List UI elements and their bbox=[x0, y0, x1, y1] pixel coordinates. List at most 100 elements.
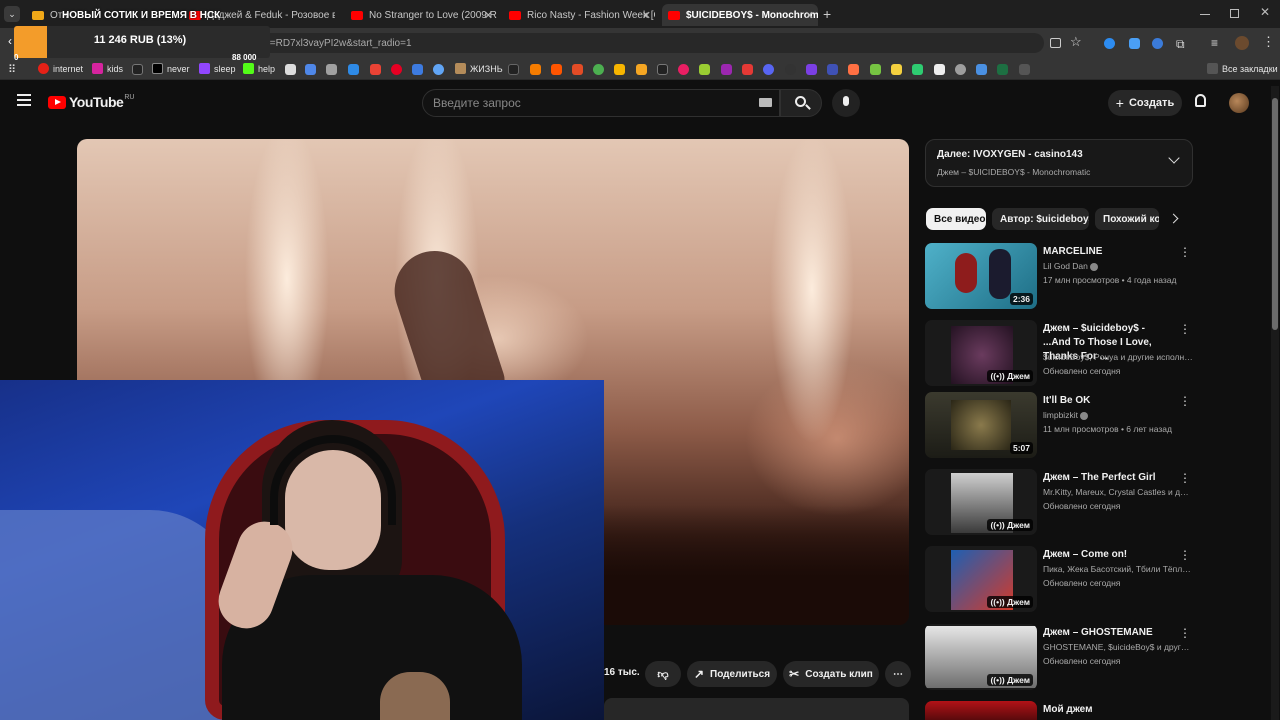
bookmark-icon[interactable] bbox=[1019, 64, 1030, 75]
bookmark-star-icon[interactable]: ☆ bbox=[1070, 34, 1082, 50]
bookmark-icon[interactable] bbox=[530, 64, 541, 75]
bookmark-kids[interactable]: kids bbox=[92, 63, 123, 74]
list-item[interactable]: 5:07 It'll Be OK limpbizkit 11 млн просм… bbox=[925, 392, 1193, 462]
tab-close-icon[interactable]: ✕ bbox=[484, 9, 493, 22]
bookmark-icon[interactable] bbox=[593, 64, 604, 75]
bookmark-icon[interactable] bbox=[763, 64, 774, 75]
more-options-icon[interactable]: ⋮ bbox=[1179, 548, 1191, 562]
video-title[interactable]: MARCELINE bbox=[1043, 245, 1175, 259]
close-window-icon[interactable]: ✕ bbox=[1260, 5, 1270, 19]
bookmark-icon[interactable] bbox=[285, 64, 296, 75]
chip-similar[interactable]: Похожий ко bbox=[1095, 208, 1159, 230]
media-control-icon[interactable]: ≡ bbox=[1211, 36, 1218, 50]
bookmark-icon[interactable] bbox=[806, 64, 817, 75]
mix-thumbnail[interactable]: ((•)) Джем bbox=[925, 546, 1037, 612]
bookmark-icon[interactable] bbox=[433, 64, 444, 75]
bookmark-icon[interactable] bbox=[572, 64, 583, 75]
video-thumbnail[interactable]: 5:07 bbox=[925, 392, 1037, 458]
bookmark-icon[interactable] bbox=[742, 64, 753, 75]
channel-label[interactable]: limpbizkit bbox=[1043, 410, 1078, 420]
bookmark-icon[interactable] bbox=[348, 64, 359, 75]
bookmark-icon[interactable] bbox=[870, 64, 881, 75]
keyboard-icon[interactable] bbox=[759, 98, 772, 107]
bookmark-icon[interactable] bbox=[305, 64, 316, 75]
more-options-icon[interactable]: ⋮ bbox=[1179, 471, 1191, 485]
bookmark-icon[interactable] bbox=[912, 64, 923, 75]
create-button[interactable]: + Создать bbox=[1108, 90, 1182, 116]
scrollbar-thumb[interactable] bbox=[1272, 98, 1278, 330]
bookmark-icon[interactable] bbox=[827, 64, 838, 75]
video-title[interactable]: Мой джем bbox=[1043, 703, 1175, 717]
like-count[interactable]: 16 тыс. bbox=[604, 667, 640, 678]
description-box[interactable] bbox=[604, 698, 909, 720]
restore-icon[interactable] bbox=[1230, 9, 1239, 18]
video-title[interactable]: It'll Be OK bbox=[1043, 394, 1175, 408]
profile-avatar[interactable] bbox=[1235, 36, 1249, 50]
notifications-bell-icon[interactable] bbox=[1195, 94, 1206, 107]
bookmark-icon[interactable] bbox=[997, 64, 1008, 75]
tab-3[interactable]: Rico Nasty - Fashion Week [Off ✕ bbox=[505, 4, 655, 26]
extension-icon[interactable] bbox=[1104, 38, 1115, 49]
pinterest-icon[interactable] bbox=[391, 64, 402, 75]
minimize-icon[interactable] bbox=[1200, 14, 1210, 15]
mix-thumbnail[interactable]: ((•)) Джем bbox=[925, 469, 1037, 535]
bookmark-icon[interactable] bbox=[508, 64, 519, 75]
bookmark-icon[interactable] bbox=[848, 64, 859, 75]
video-title[interactable]: Джем – GHOSTEMANE bbox=[1043, 626, 1175, 640]
chevron-down-icon[interactable] bbox=[1168, 152, 1180, 164]
new-tab-button[interactable]: + bbox=[823, 6, 831, 22]
bookmark-sleep[interactable]: sleep bbox=[199, 63, 236, 74]
all-bookmarks[interactable]: Все закладки bbox=[1207, 63, 1278, 74]
bookmark-icon[interactable] bbox=[657, 64, 668, 75]
tab-close-icon[interactable]: ✕ bbox=[805, 9, 814, 22]
tab-2[interactable]: No Stranger to Love (2009 Rem ✕ bbox=[347, 4, 497, 26]
share-button[interactable]: ↗ Поделиться bbox=[687, 661, 777, 687]
chevron-right-icon[interactable] bbox=[1168, 213, 1179, 224]
mix-thumbnail[interactable] bbox=[925, 701, 1037, 720]
list-item[interactable]: 2:36 MARCELINE Lil God Dan 17 млн просмо… bbox=[925, 243, 1193, 313]
tab-active[interactable]: $UICIDEBOY$ - Monochrom ✕ bbox=[662, 4, 818, 26]
extension-icon[interactable] bbox=[1129, 38, 1140, 49]
bookmark-icon[interactable] bbox=[976, 64, 987, 75]
video-thumbnail[interactable]: 2:36 bbox=[925, 243, 1037, 309]
bookmark-life[interactable]: ЖИЗНЬ bbox=[455, 63, 503, 74]
bookmark-help[interactable]: help bbox=[243, 63, 275, 74]
tiktok-icon[interactable] bbox=[132, 64, 143, 75]
list-item[interactable]: ((•)) Джем Джем – Come on! Пика, Жека Ба… bbox=[925, 546, 1193, 616]
list-item[interactable]: Мой джем bbox=[925, 701, 1193, 720]
list-item[interactable]: ((•)) Джем Джем – $uicideboy$ - ...And T… bbox=[925, 320, 1193, 390]
bookmark-icon[interactable] bbox=[678, 64, 689, 75]
list-item[interactable]: ((•)) Джем Джем – GHOSTEMANE GHOSTEMANE,… bbox=[925, 624, 1193, 694]
apps-grid-icon[interactable]: ⠿ bbox=[8, 63, 16, 76]
soundcloud-icon[interactable] bbox=[551, 64, 562, 75]
list-item[interactable]: ((•)) Джем Джем – The Perfect Girl Mr.Ki… bbox=[925, 469, 1193, 539]
bookmark-never[interactable]: never bbox=[152, 63, 190, 74]
more-options-icon[interactable]: ⋮ bbox=[1179, 394, 1191, 408]
account-avatar[interactable] bbox=[1229, 93, 1249, 113]
search-button[interactable] bbox=[780, 89, 822, 117]
more-options-icon[interactable]: ⋮ bbox=[1179, 322, 1191, 336]
channel-label[interactable]: Lil God Dan bbox=[1043, 261, 1088, 271]
hamburger-menu-icon[interactable] bbox=[17, 94, 31, 106]
bookmark-icon[interactable] bbox=[721, 64, 732, 75]
up-next-panel[interactable]: Далее: IVOXYGEN - casino143 Джем – $UICI… bbox=[925, 139, 1193, 187]
bookmark-icon[interactable] bbox=[699, 64, 710, 75]
more-options-icon[interactable]: ⋮ bbox=[1179, 626, 1191, 640]
extensions-puzzle-icon[interactable]: ⧉ bbox=[1176, 37, 1185, 52]
tab-close-icon[interactable]: ✕ bbox=[642, 9, 651, 22]
gmail-icon[interactable] bbox=[370, 64, 381, 75]
chip-all-videos[interactable]: Все видео bbox=[926, 208, 986, 230]
bookmark-icon[interactable] bbox=[614, 64, 625, 75]
bookmark-icon[interactable] bbox=[891, 64, 902, 75]
voice-search-button[interactable] bbox=[832, 89, 860, 117]
bookmark-icon[interactable] bbox=[326, 64, 337, 75]
youtube-logo[interactable]: YouTube RU bbox=[48, 94, 134, 110]
clip-button[interactable]: ✂ Создать клип bbox=[783, 661, 879, 687]
install-app-icon[interactable] bbox=[1050, 38, 1061, 48]
video-title[interactable]: Джем – Come on! bbox=[1043, 548, 1175, 562]
bookmark-icon[interactable] bbox=[636, 64, 647, 75]
bookmark-icon[interactable] bbox=[934, 64, 945, 75]
browser-menu-icon[interactable]: ⋮ bbox=[1262, 34, 1275, 50]
mix-thumbnail[interactable]: ((•)) Джем bbox=[925, 624, 1037, 690]
bookmark-icon[interactable] bbox=[412, 64, 423, 75]
